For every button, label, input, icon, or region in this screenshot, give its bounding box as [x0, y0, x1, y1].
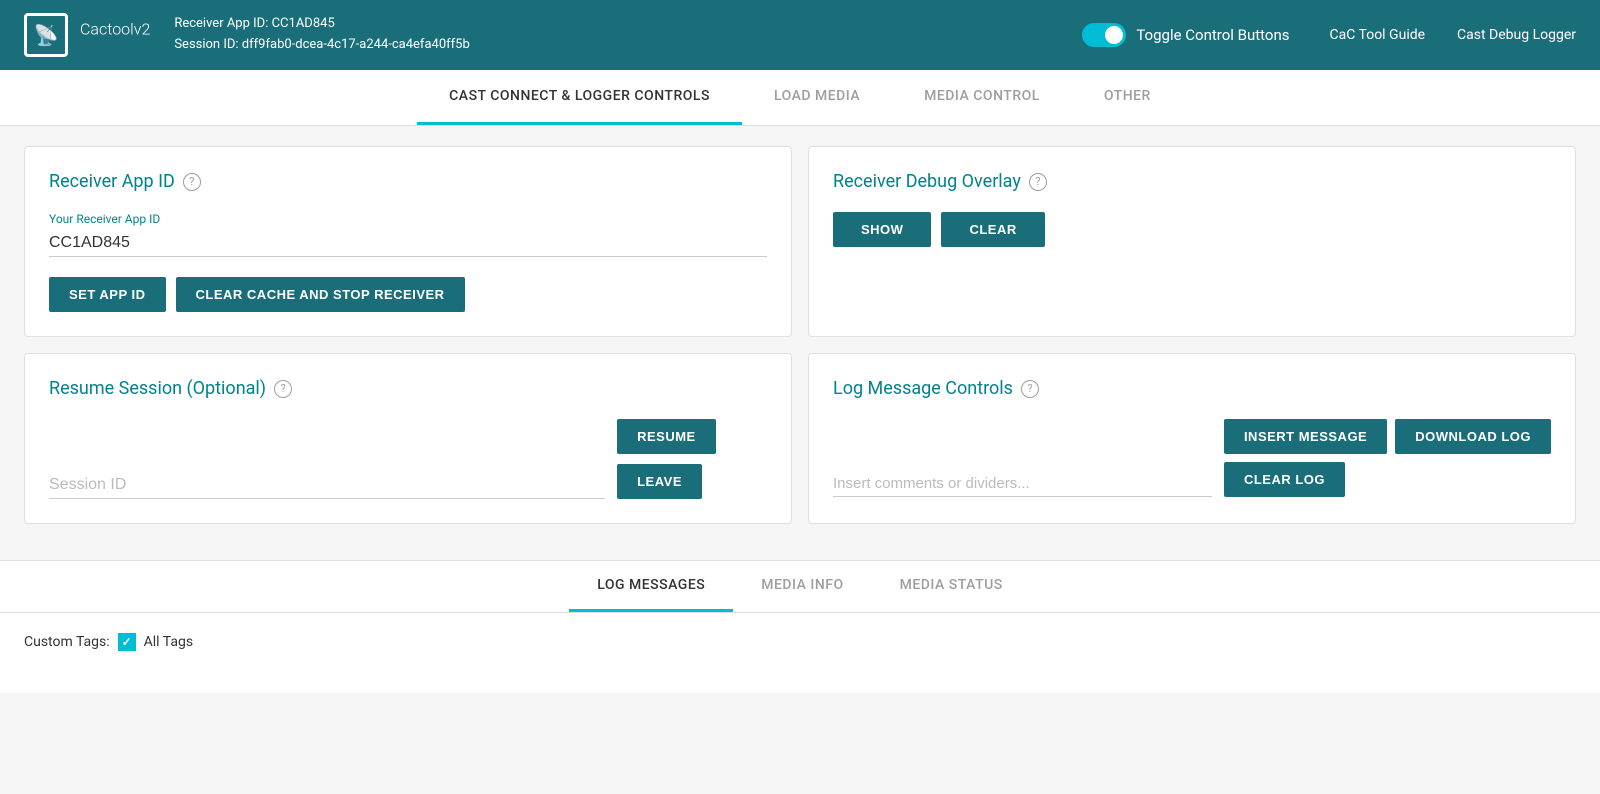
receiver-app-id-line: Receiver App ID: CC1AD845 — [174, 14, 1082, 35]
app-version: v2 — [134, 19, 151, 38]
receiver-app-id-help-icon[interactable]: ? — [183, 173, 201, 191]
log-message-controls-card: Log Message Controls ? INSERT MESSAGE DO… — [808, 353, 1576, 524]
app-header: 📡 Cactoolv2 Receiver App ID: CC1AD845 Se… — [0, 0, 1600, 70]
tab-media-info[interactable]: MEDIA INFO — [733, 561, 871, 612]
log-message-title-text: Log Message Controls — [833, 378, 1013, 399]
clear-overlay-button[interactable]: CLEAR — [941, 212, 1044, 247]
receiver-app-id-value: CC1AD845 — [272, 16, 335, 31]
app-name: Cactoolv2 — [80, 19, 150, 52]
insert-message-input[interactable] — [833, 471, 1212, 497]
receiver-app-id-title: Receiver App ID ? — [49, 171, 767, 192]
resume-session-body: RESUME LEAVE — [49, 419, 767, 499]
toggle-control-buttons[interactable] — [1082, 23, 1126, 47]
receiver-debug-title-text: Receiver Debug Overlay — [833, 171, 1021, 192]
session-id-label: Session ID: — [174, 37, 238, 52]
download-log-button[interactable]: DOWNLOAD LOG — [1395, 419, 1551, 454]
clear-cache-stop-receiver-button[interactable]: CLEAR CACHE AND STOP RECEIVER — [176, 277, 465, 312]
bottom-content: Custom Tags: All Tags — [0, 613, 1600, 693]
log-message-help-icon[interactable]: ? — [1021, 380, 1039, 398]
header-nav-links: CaC Tool Guide Cast Debug Logger — [1330, 27, 1577, 43]
all-tags-checkbox[interactable] — [118, 633, 136, 651]
receiver-app-id-field-area: Your Receiver App ID — [49, 212, 767, 257]
toggle-area: Toggle Control Buttons — [1082, 23, 1289, 47]
receiver-debug-title: Receiver Debug Overlay ? — [833, 171, 1551, 192]
resume-session-title: Resume Session (Optional) ? — [49, 378, 767, 399]
log-message-actions: INSERT MESSAGE DOWNLOAD LOG CLEAR LOG — [1224, 419, 1551, 497]
cast-debug-logger-link[interactable]: Cast Debug Logger — [1457, 27, 1576, 43]
app-name-text: Cactool — [80, 19, 134, 38]
custom-tags-label: Custom Tags: — [24, 634, 110, 650]
toggle-label: Toggle Control Buttons — [1136, 26, 1289, 44]
tab-media-control[interactable]: MEDIA CONTROL — [892, 70, 1072, 125]
receiver-debug-help-icon[interactable]: ? — [1029, 173, 1047, 191]
set-app-id-button[interactable]: SET APP ID — [49, 277, 166, 312]
tab-other[interactable]: OTHER — [1072, 70, 1183, 125]
logo-area: 📡 Cactoolv2 — [24, 13, 150, 57]
tab-media-status[interactable]: MEDIA STATUS — [872, 561, 1031, 612]
receiver-app-id-title-text: Receiver App ID — [49, 171, 175, 192]
session-id-input[interactable] — [49, 472, 605, 499]
resume-session-card: Resume Session (Optional) ? RESUME LEAVE — [24, 353, 792, 524]
bottom-tabs-bar: LOG MESSAGES MEDIA INFO MEDIA STATUS — [0, 561, 1600, 613]
log-message-title: Log Message Controls ? — [833, 378, 1551, 399]
resume-session-actions: RESUME LEAVE — [617, 419, 767, 499]
main-tabs-bar: CAST CONNECT & LOGGER CONTROLS LOAD MEDI… — [0, 70, 1600, 126]
insert-message-button[interactable]: INSERT MESSAGE — [1224, 419, 1387, 454]
cac-tool-guide-link[interactable]: CaC Tool Guide — [1330, 27, 1426, 43]
resume-session-title-text: Resume Session (Optional) — [49, 378, 266, 399]
log-message-body: INSERT MESSAGE DOWNLOAD LOG CLEAR LOG — [833, 419, 1551, 497]
receiver-app-id-input[interactable] — [49, 230, 767, 257]
log-message-top-actions: INSERT MESSAGE DOWNLOAD LOG — [1224, 419, 1551, 454]
custom-tags-row: Custom Tags: All Tags — [24, 633, 1576, 651]
all-tags-label: All Tags — [144, 634, 193, 650]
show-overlay-button[interactable]: SHOW — [833, 212, 931, 247]
receiver-app-id-actions: SET APP ID CLEAR CACHE AND STOP RECEIVER — [49, 277, 767, 312]
receiver-app-id-field-label: Your Receiver App ID — [49, 212, 767, 226]
tab-load-media[interactable]: LOAD MEDIA — [742, 70, 892, 125]
receiver-app-id-card: Receiver App ID ? Your Receiver App ID S… — [24, 146, 792, 337]
bottom-tabs-area: LOG MESSAGES MEDIA INFO MEDIA STATUS Cus… — [0, 560, 1600, 693]
resume-session-help-icon[interactable]: ? — [274, 380, 292, 398]
session-id-value: dff9fab0-dcea-4c17-a244-ca4efa40ff5b — [242, 37, 470, 52]
clear-log-button[interactable]: CLEAR LOG — [1224, 462, 1345, 497]
cast-icon: 📡 — [24, 13, 68, 57]
receiver-app-id-label: Receiver App ID: — [174, 16, 268, 31]
session-id-line: Session ID: dff9fab0-dcea-4c17-a244-ca4e… — [174, 35, 1082, 56]
cards-grid: Receiver App ID ? Your Receiver App ID S… — [24, 146, 1576, 524]
resume-button[interactable]: RESUME — [617, 419, 716, 454]
tab-log-messages[interactable]: LOG MESSAGES — [569, 561, 733, 612]
main-content: Receiver App ID ? Your Receiver App ID S… — [0, 126, 1600, 544]
header-info: Receiver App ID: CC1AD845 Session ID: df… — [174, 14, 1082, 56]
cast-icon-symbol: 📡 — [34, 23, 59, 47]
tab-cast-connect[interactable]: CAST CONNECT & LOGGER CONTROLS — [417, 70, 742, 125]
receiver-debug-actions: SHOW CLEAR — [833, 212, 1551, 247]
leave-button[interactable]: LEAVE — [617, 464, 702, 499]
receiver-debug-overlay-card: Receiver Debug Overlay ? SHOW CLEAR — [808, 146, 1576, 337]
